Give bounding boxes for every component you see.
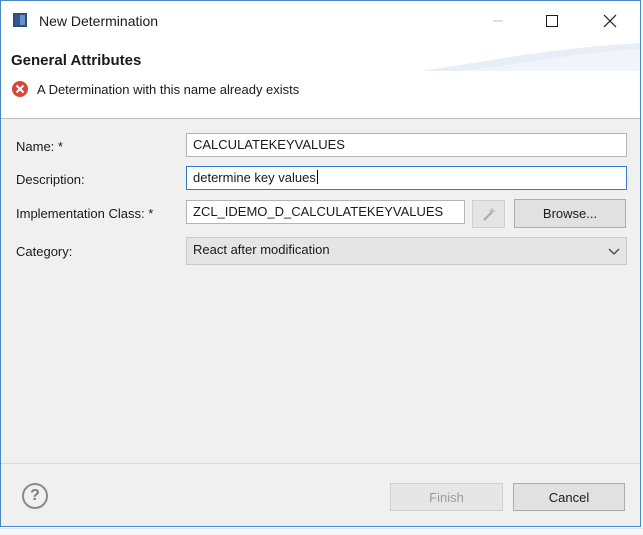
maximize-icon: [546, 15, 558, 27]
maximize-button[interactable]: [529, 7, 575, 35]
generate-class-button[interactable]: [472, 200, 505, 228]
description-value: determine key values: [193, 170, 316, 185]
form-area: Name: * CALCULATEKEYVALUES Description: …: [1, 119, 640, 463]
minimize-button[interactable]: [475, 7, 521, 35]
category-value: React after modification: [193, 242, 330, 257]
minimize-icon: [493, 20, 503, 22]
close-button[interactable]: [587, 7, 633, 35]
title-bar: New Determination: [1, 1, 640, 41]
banner-graphic: [420, 43, 640, 71]
implementation-class-input[interactable]: ZCL_IDEMO_D_CALCULATEKEYVALUES: [186, 200, 465, 224]
chevron-down-icon: [608, 248, 620, 255]
browse-button[interactable]: Browse...: [514, 199, 626, 228]
text-caret: [316, 170, 318, 184]
description-label: Description:: [16, 172, 85, 187]
help-icon[interactable]: ?: [22, 483, 48, 509]
dialog-footer: ? Finish Cancel: [1, 464, 640, 526]
category-label: Category:: [16, 244, 73, 259]
wizard-header: General Attributes A Determination with …: [1, 41, 640, 118]
category-select[interactable]: React after modification: [186, 237, 627, 265]
finish-button[interactable]: Finish: [390, 483, 503, 511]
section-title: General Attributes: [11, 52, 142, 69]
implementation-class-label: Implementation Class: *: [16, 206, 154, 221]
cancel-button[interactable]: Cancel: [513, 483, 625, 511]
app-window-icon: [13, 13, 27, 27]
name-input[interactable]: CALCULATEKEYVALUES: [186, 133, 627, 157]
description-input[interactable]: determine key values: [186, 166, 627, 190]
close-icon: [603, 14, 617, 28]
window-title: New Determination: [39, 13, 159, 29]
name-label: Name: *: [16, 139, 63, 154]
error-icon: [12, 81, 28, 97]
new-determination-dialog: New Determination General Attributes A D…: [0, 0, 641, 527]
error-message-row: A Determination with this name already e…: [11, 80, 299, 98]
magic-wand-icon: [482, 207, 496, 221]
error-message: A Determination with this name already e…: [37, 81, 300, 97]
